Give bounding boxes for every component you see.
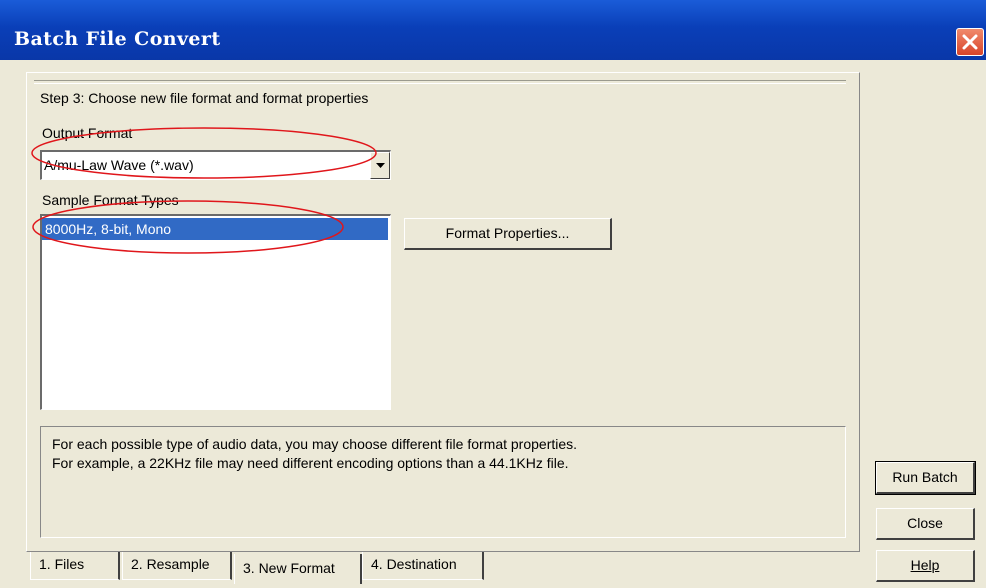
list-item-selected[interactable]: 8000Hz, 8-bit, Mono — [42, 218, 388, 240]
run-batch-button[interactable]: Run Batch — [875, 461, 976, 495]
tab-resample[interactable]: 2. Resample — [122, 552, 232, 580]
header-divider — [34, 80, 846, 84]
tab-destination[interactable]: 4. Destination — [362, 552, 484, 580]
window-close-button[interactable] — [956, 28, 984, 56]
close-icon — [962, 34, 978, 50]
close-button[interactable]: Close — [876, 508, 975, 540]
help-button[interactable]: Help — [876, 550, 975, 582]
format-properties-button[interactable]: Format Properties... — [404, 218, 612, 250]
output-format-value: A/mu-Law Wave (*.wav) — [44, 157, 194, 173]
sample-format-types-label: Sample Format Types — [42, 192, 179, 208]
sample-format-list[interactable]: 8000Hz, 8-bit, Mono — [40, 214, 391, 410]
step-heading: Step 3: Choose new file format and forma… — [40, 90, 369, 106]
title-bar: Batch File Convert — [0, 0, 986, 60]
output-format-label: Output Format — [42, 125, 132, 141]
info-text-line-2: For example, a 22KHz file may need diffe… — [52, 455, 569, 471]
dropdown-arrow-button[interactable] — [370, 152, 390, 179]
window-title: Batch File Convert — [14, 28, 221, 50]
chevron-down-icon — [376, 163, 385, 168]
output-format-dropdown[interactable]: A/mu-Law Wave (*.wav) — [40, 150, 391, 180]
output-format-label-text: Output Format — [42, 125, 133, 141]
help-button-label: Help — [910, 557, 940, 573]
tab-new-format[interactable]: 3. New Format — [234, 554, 362, 584]
info-text-line-1: For each possible type of audio data, yo… — [52, 436, 578, 452]
tab-files[interactable]: 1. Files — [30, 552, 120, 580]
